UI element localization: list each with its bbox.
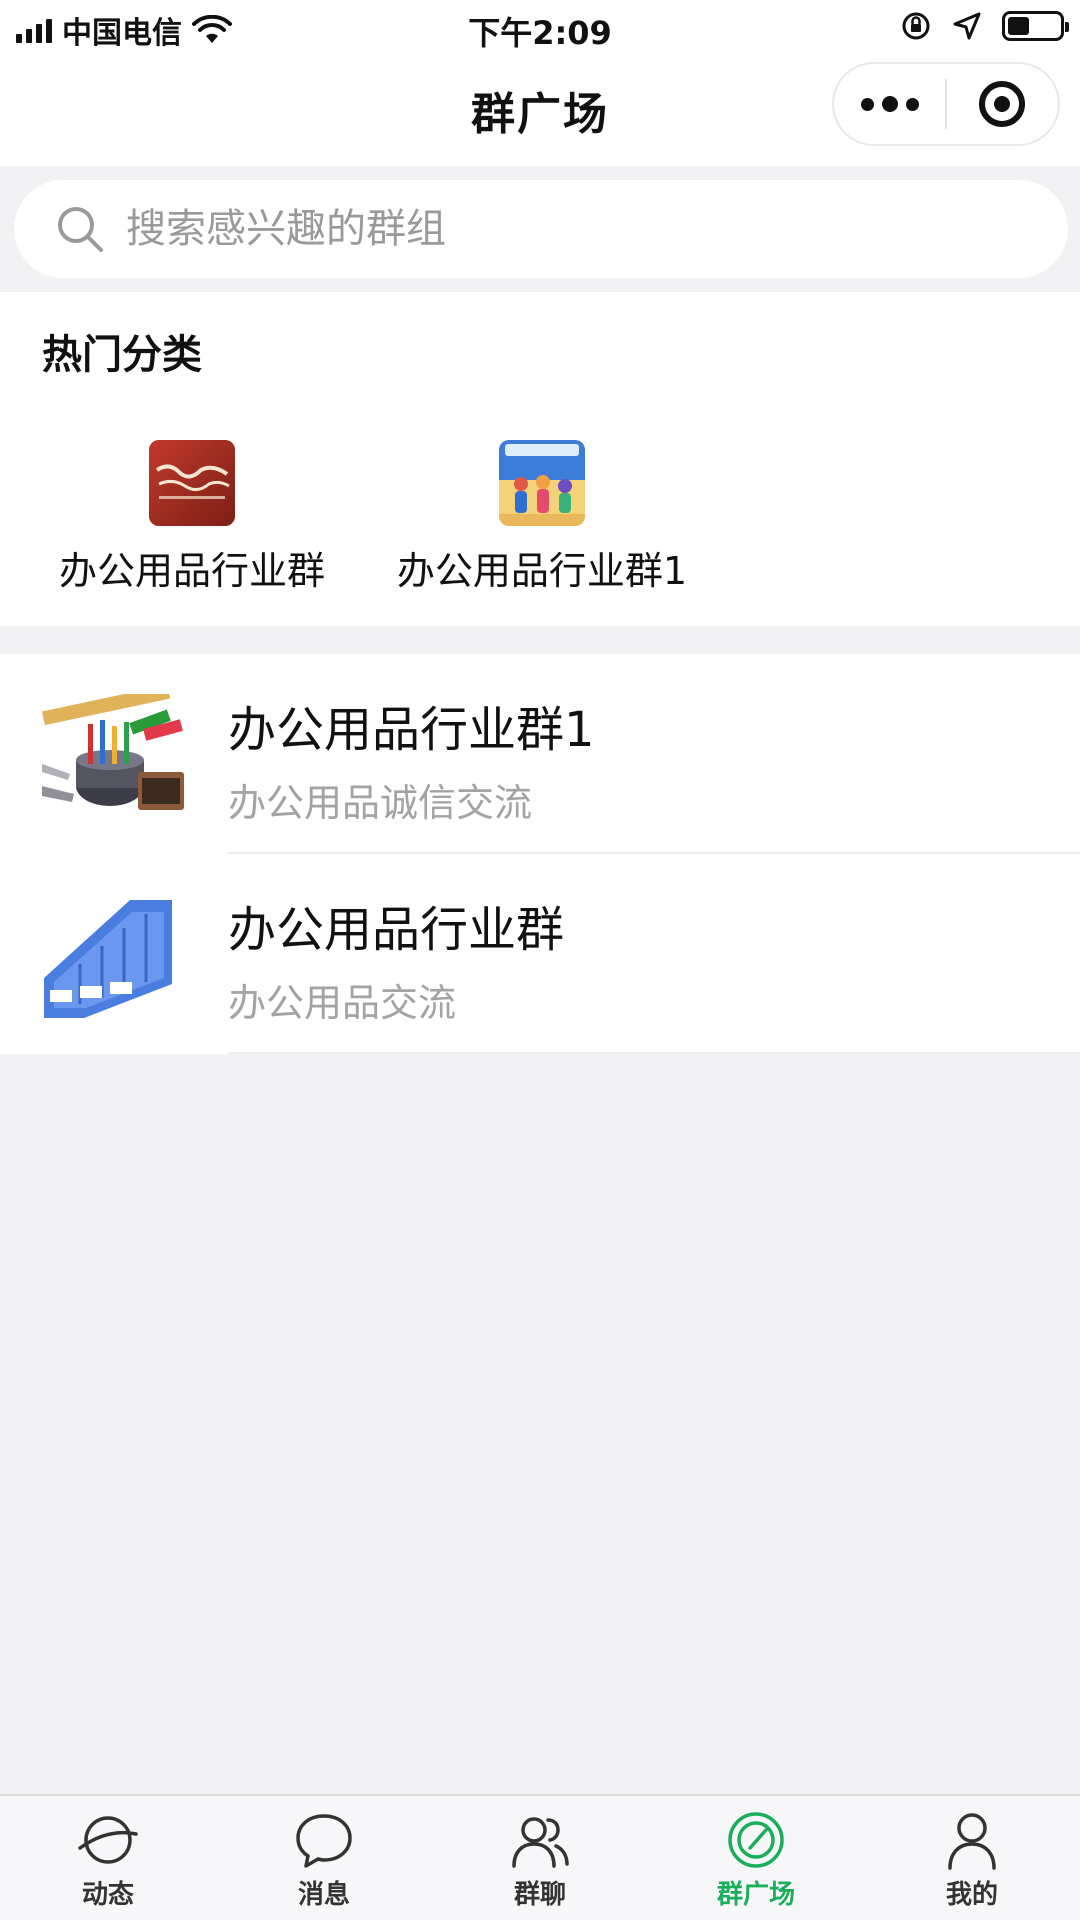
- location-arrow-icon: [953, 12, 981, 40]
- chat-bubble-icon: [296, 1814, 352, 1868]
- search-icon: [58, 207, 103, 252]
- group-list-item[interactable]: 办公用品行业群 办公用品交流: [0, 854, 1080, 1054]
- tab-dynamic[interactable]: 动态: [0, 1796, 216, 1920]
- battery-icon: [1002, 11, 1069, 41]
- tab-group-square[interactable]: 群广场: [648, 1796, 864, 1920]
- tab-label: 我的: [945, 1880, 998, 1910]
- hot-categories-title: 热门分类: [42, 332, 202, 378]
- group-description: 办公用品交流: [228, 981, 457, 1025]
- group-description: 办公用品诚信交流: [228, 781, 533, 825]
- more-button[interactable]: [834, 64, 945, 144]
- category-thumbnail: [149, 440, 235, 526]
- group-list-item[interactable]: 办公用品行业群1 办公用品诚信交流: [0, 654, 1080, 854]
- search-input[interactable]: [124, 205, 924, 253]
- hot-categories-section: 热门分类 办公用品行业群 办公用品行业群1: [0, 292, 1080, 626]
- group-thumbnail: [40, 694, 186, 818]
- close-button[interactable]: [947, 64, 1058, 144]
- navigation-bar: 群广场: [0, 54, 1080, 166]
- compass-icon: [728, 1812, 784, 1868]
- tab-bar: 动态 消息 群聊 群广场 我的: [0, 1794, 1080, 1920]
- tab-label: 动态: [81, 1880, 134, 1910]
- planet-icon: [78, 1816, 138, 1864]
- tab-mine[interactable]: 我的: [864, 1796, 1080, 1920]
- category-thumbnail: [499, 440, 585, 526]
- search-box[interactable]: [14, 180, 1068, 278]
- tab-label: 消息: [297, 1880, 350, 1910]
- search-area: [0, 166, 1080, 292]
- list-divider: [228, 1052, 1080, 1054]
- more-dots-icon: [860, 97, 874, 111]
- category-label: 办公用品行业群: [58, 549, 325, 593]
- group-people-icon: [512, 1817, 569, 1868]
- tab-label: 群聊: [513, 1880, 566, 1910]
- hot-category-item[interactable]: 办公用品行业群1: [392, 440, 692, 595]
- category-label: 办公用品行业群1: [396, 549, 688, 593]
- group-name: 办公用品行业群1: [228, 702, 595, 758]
- close-target-icon: [979, 81, 1026, 127]
- group-name: 办公用品行业群: [228, 902, 565, 958]
- tab-label: 群广场: [716, 1880, 795, 1910]
- status-right: [900, 10, 1069, 42]
- orientation-lock-icon: [902, 12, 930, 40]
- tab-group-chat[interactable]: 群聊: [432, 1796, 648, 1920]
- mini-program-capsule: [832, 62, 1060, 146]
- status-bar: 中国电信 下午2:09: [0, 0, 1080, 54]
- group-list: 办公用品行业群1 办公用品诚信交流 办公用品行业群 办公用品交流: [0, 654, 1080, 1054]
- person-icon: [948, 1813, 996, 1870]
- group-thumbnail: [40, 894, 186, 1018]
- tab-messages[interactable]: 消息: [216, 1796, 432, 1920]
- hot-category-item[interactable]: 办公用品行业群: [42, 440, 342, 595]
